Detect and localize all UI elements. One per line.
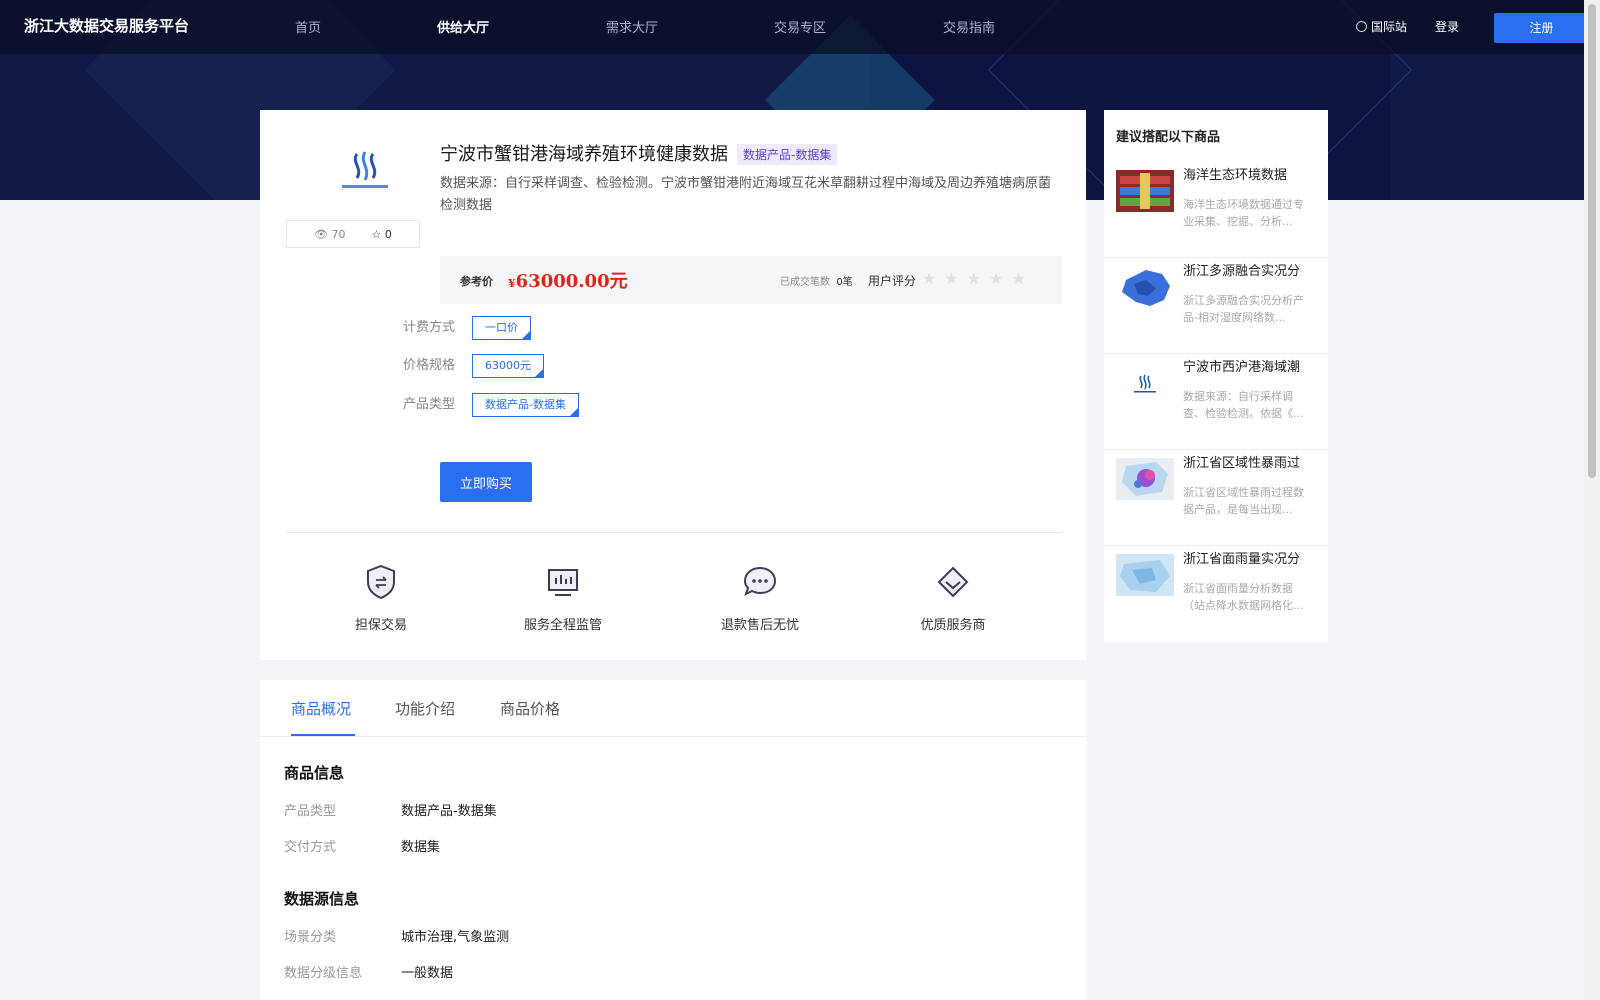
product-title: 宁波市蟹钳港海域养殖环境健康数据 <box>440 144 728 165</box>
register-button[interactable]: 注册 <box>1494 13 1589 43</box>
chat-bubble-icon <box>743 566 777 596</box>
scrollbar-thumb[interactable] <box>1588 4 1596 478</box>
nav-supply-hall[interactable]: 供给大厅 <box>437 17 489 36</box>
feature-refund: 退款售后无忧 <box>700 562 820 633</box>
info-value: 城市治理,气象监测 <box>401 930 510 945</box>
buy-now-button[interactable]: 立即购买 <box>440 462 532 502</box>
recommendation-name: 海洋生态环境数据 <box>1183 168 1288 183</box>
feature-guarantee: 担保交易 <box>321 562 441 633</box>
sidebar-title: 建议搭配以下商品 <box>1116 130 1221 145</box>
info-key: 场景分类 <box>284 930 337 945</box>
top-navbar: 浙江大数据交易服务平台 首页 供给大厅 需求大厅 交易专区 交易指南 国际站 登… <box>0 0 1589 54</box>
provider-logo-caption <box>342 185 388 188</box>
recommendation-item[interactable]: 浙江多源融合实况分 浙江多源融合实况分析产品-相对湿度网络数... <box>1104 258 1328 354</box>
recommendation-item[interactable]: 浙江省面雨量实况分 浙江省面雨量分析数据（站点降水数据网格化... <box>1104 546 1328 642</box>
globe-icon <box>1356 21 1367 32</box>
rainfall-map-thumbnail <box>1116 458 1174 500</box>
product-type-label: 产品类型 <box>403 397 456 412</box>
info-value: 数据产品-数据集 <box>401 804 497 819</box>
info-key: 交付方式 <box>284 840 337 855</box>
price-panel: 参考价 ¥63000.00元 已成交笔数 0笔 用户评分 ★★★★★ <box>440 256 1062 304</box>
info-value: 一般数据 <box>401 966 454 981</box>
source-info-title: 数据源信息 <box>284 890 360 908</box>
divider <box>260 736 1086 737</box>
divider <box>286 532 1062 533</box>
info-key: 数据分级信息 <box>284 966 363 981</box>
recommendation-name: 浙江省区域性暴雨过 <box>1183 456 1301 471</box>
login-link[interactable]: 登录 <box>1435 18 1459 35</box>
feature-quality-provider: 优质服务商 <box>893 562 1013 633</box>
favorites-count[interactable]: ☆ 0 <box>372 228 392 241</box>
feature-supervision: 服务全程监管 <box>503 562 623 633</box>
product-main-card: 👁 70 ☆ 0 宁波市蟹钳港海域养殖环境健康数据 数据产品-数据集 数据来源：… <box>260 110 1086 660</box>
recommendation-sidebar: 建议搭配以下商品 海洋生态环境数据 海洋生态环境数据通过专业采集、挖掘、分析..… <box>1104 110 1328 642</box>
page-scrollbar[interactable] <box>1584 0 1600 1000</box>
recommendation-desc: 数据来源：自行采样调查、检验检测。依据《... <box>1183 390 1304 420</box>
archive-thumbnail <box>1116 170 1174 212</box>
diamond-icon <box>937 566 969 598</box>
nav-demand-hall[interactable]: 需求大厅 <box>606 17 658 36</box>
views-count: 👁 70 <box>314 227 346 241</box>
star-outline-icon: ☆ <box>371 227 382 241</box>
info-key: 产品类型 <box>284 804 337 819</box>
price-value: ¥63000.00元 <box>508 271 628 292</box>
recommendation-desc: 浙江省面雨量分析数据（站点降水数据网格化... <box>1183 582 1304 612</box>
product-stats: 👁 70 ☆ 0 <box>286 220 420 248</box>
tab-overview[interactable]: 商品概况 <box>291 698 351 719</box>
nav-trading-zone[interactable]: 交易专区 <box>774 17 826 36</box>
tab-features[interactable]: 功能介绍 <box>395 698 455 719</box>
map-thumbnail <box>1116 266 1174 308</box>
shield-icon <box>367 564 395 600</box>
provider-logo <box>306 150 424 220</box>
recommendation-desc: 浙江多源融合实况分析产品-相对湿度网络数... <box>1183 294 1304 324</box>
eye-icon: 👁 <box>314 227 329 241</box>
brand-logo-text[interactable]: 浙江大数据交易服务平台 <box>24 15 189 36</box>
recommendation-desc: 海洋生态环境数据通过专业采集、挖掘、分析... <box>1183 198 1304 228</box>
recommendation-item[interactable]: 宁波市西沪港海域潮 数据来源：自行采样调查、检验检测。依据《... <box>1104 354 1328 450</box>
international-site-label: 国际站 <box>1371 20 1408 34</box>
monitor-chart-icon <box>548 569 578 596</box>
rating-stars: ★★★★★ <box>922 269 1034 288</box>
rainfall-grid-thumbnail <box>1116 554 1174 596</box>
provider-logo-thumbnail <box>1116 362 1174 404</box>
product-category-tag: 数据产品-数据集 <box>737 144 838 165</box>
feature-label: 服务全程监管 <box>523 618 602 633</box>
recommendation-item[interactable]: 海洋生态环境数据 海洋生态环境数据通过专业采集、挖掘、分析... <box>1104 162 1328 258</box>
product-detail-tabs: 商品概况 功能介绍 商品价格 商品信息 产品类型 数据产品-数据集 交付方式 数… <box>260 680 1086 1000</box>
price-spec-label: 价格规格 <box>403 358 456 373</box>
recommendation-name: 浙江省面雨量实况分 <box>1183 552 1301 567</box>
price-spec-option[interactable]: 63000元 <box>472 354 544 378</box>
nav-home[interactable]: 首页 <box>295 17 321 36</box>
provider-logo-icon <box>353 151 377 181</box>
recommendation-desc: 浙江省区域性暴雨过程数据产品，是每当出现... <box>1183 486 1304 516</box>
recommendation-name: 浙江多源融合实况分 <box>1183 264 1301 279</box>
recommendation-item[interactable]: 浙江省区域性暴雨过 浙江省区域性暴雨过程数据产品，是每当出现... <box>1104 450 1328 546</box>
billing-method-label: 计费方式 <box>403 320 456 335</box>
info-value: 数据集 <box>401 840 441 855</box>
feature-label: 优质服务商 <box>920 618 986 633</box>
product-description: 数据来源：自行采样调查、检验检测。宁波市蟹钳港附近海域互花米草翻耕过程中海域及周… <box>440 176 1052 213</box>
billing-method-option[interactable]: 一口价 <box>472 316 531 340</box>
international-site-link[interactable]: 国际站 <box>1356 18 1407 35</box>
rating-label: 用户评分 <box>868 274 917 288</box>
price-label: 参考价 <box>460 275 493 288</box>
recommendation-name: 宁波市西沪港海域潮 <box>1183 360 1301 375</box>
tab-pricing[interactable]: 商品价格 <box>500 698 560 719</box>
nav-trading-guide[interactable]: 交易指南 <box>943 17 995 36</box>
product-type-option[interactable]: 数据产品-数据集 <box>472 393 579 417</box>
deal-count: 已成交笔数 0笔 <box>780 277 853 288</box>
feature-label: 担保交易 <box>354 618 407 633</box>
feature-label: 退款售后无忧 <box>720 618 799 633</box>
product-info-title: 商品信息 <box>284 764 345 782</box>
